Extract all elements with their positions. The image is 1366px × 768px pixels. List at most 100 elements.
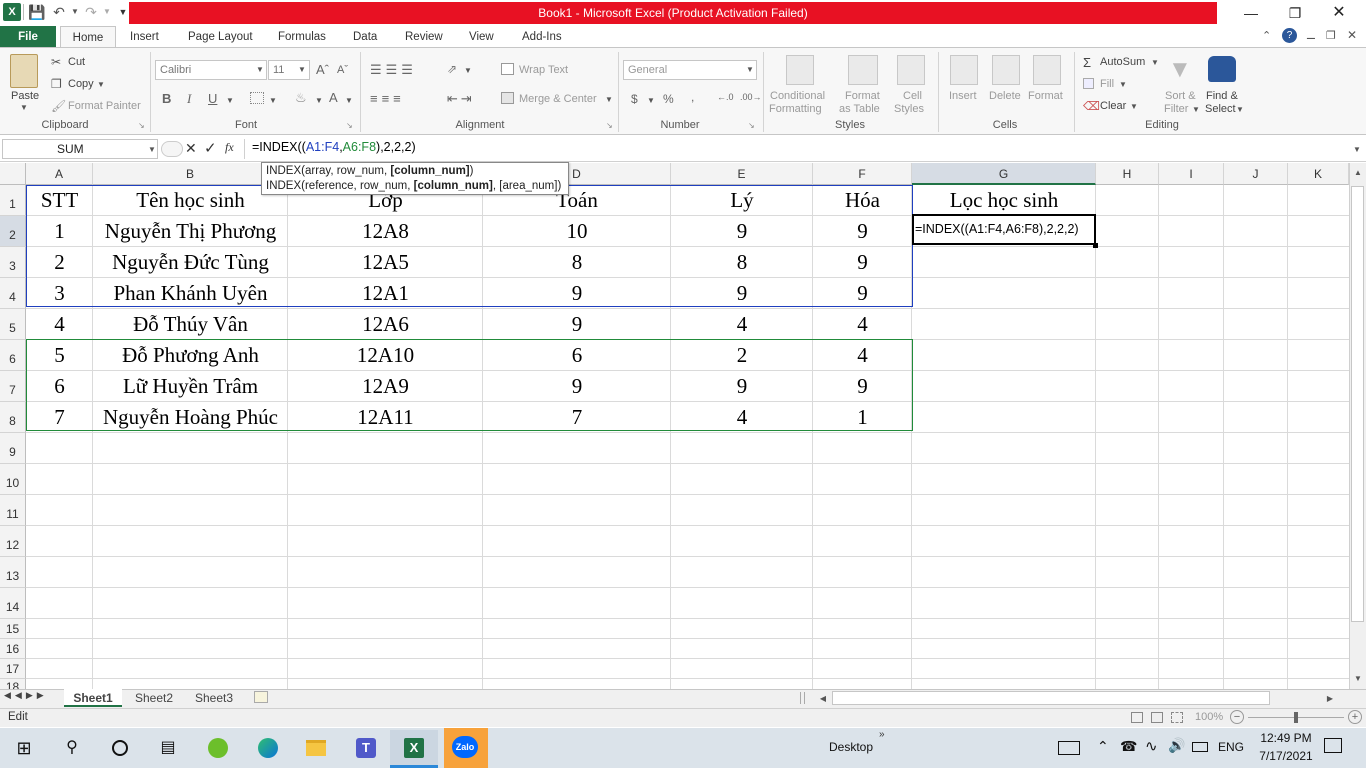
indent-icons[interactable]: ⇤⇥ xyxy=(447,91,475,107)
language-indicator[interactable]: ENG xyxy=(1218,740,1244,754)
task-view-icon[interactable] xyxy=(108,736,132,760)
excel-taskbar-icon[interactable]: X xyxy=(402,736,426,760)
column-header[interactable]: B xyxy=(93,163,288,185)
collapse-ribbon-icon[interactable]: ⌃ xyxy=(1262,29,1271,42)
wrap-text-button[interactable]: Wrap Text xyxy=(519,64,568,76)
row-header[interactable]: 10 xyxy=(0,464,26,495)
column-header[interactable]: F xyxy=(813,163,912,185)
borders-dropdown-icon[interactable]: ▼ xyxy=(267,96,279,105)
sheet-tab-sheet2[interactable]: Sheet2 xyxy=(126,689,182,707)
row-header[interactable]: 8 xyxy=(0,402,26,433)
fill-icon[interactable] xyxy=(1083,78,1094,89)
wb-restore-icon[interactable]: ❐ xyxy=(1326,29,1336,42)
font-color-dropdown-icon[interactable]: ▼ xyxy=(343,96,355,105)
cell[interactable]: 4 xyxy=(813,309,912,340)
number-format-dropdown-icon[interactable]: ▼ xyxy=(744,65,756,74)
copy-icon[interactable]: ❐ xyxy=(51,77,62,91)
normal-view-icon[interactable] xyxy=(1131,712,1143,723)
currency-dropdown-icon[interactable]: ▼ xyxy=(645,96,657,105)
select-all-button[interactable] xyxy=(0,163,26,185)
column-header[interactable]: I xyxy=(1159,163,1224,185)
tab-insert[interactable]: Insert xyxy=(120,26,169,48)
sort-filter-label-2[interactable]: Filter xyxy=(1164,103,1188,115)
cell-styles-label-1[interactable]: Cell xyxy=(903,90,922,102)
conditional-formatting-icon[interactable] xyxy=(786,55,814,85)
expand-formula-bar-icon[interactable]: ▼ xyxy=(1351,145,1363,154)
cut-button[interactable]: Cut xyxy=(68,56,85,68)
insert-cells-icon[interactable] xyxy=(950,55,978,85)
name-box[interactable]: SUM xyxy=(2,139,158,159)
column-header[interactable]: A xyxy=(26,163,93,185)
currency-icon[interactable]: $ xyxy=(631,92,638,106)
bold-icon[interactable]: B xyxy=(162,91,171,106)
copy-dropdown-icon[interactable]: ▼ xyxy=(95,80,107,89)
battery-icon[interactable] xyxy=(1192,742,1208,752)
row-header[interactable]: 13 xyxy=(0,557,26,588)
tab-view[interactable]: View xyxy=(459,26,504,48)
row-header[interactable]: 1 xyxy=(0,185,26,216)
column-header[interactable]: E xyxy=(671,163,813,185)
format-cells-button[interactable]: Format xyxy=(1028,90,1063,102)
grow-font-icon[interactable]: Aˆ xyxy=(316,62,329,77)
sort-filter-icon[interactable]: ▼ xyxy=(1168,56,1192,84)
insert-function-icon[interactable]: fx xyxy=(225,140,234,155)
sort-filter-label-1[interactable]: Sort & xyxy=(1165,90,1196,102)
close-icon[interactable]: ✕ xyxy=(1316,0,1362,26)
tab-review[interactable]: Review xyxy=(395,26,453,48)
format-as-table-icon[interactable] xyxy=(848,55,878,85)
teams-icon[interactable]: T xyxy=(354,736,378,760)
tab-page-layout[interactable]: Page Layout xyxy=(178,26,263,48)
underline-dropdown-icon[interactable]: ▼ xyxy=(224,96,236,105)
autosum-icon[interactable]: Σ xyxy=(1083,55,1091,70)
clear-dropdown-icon[interactable]: ▼ xyxy=(1128,102,1140,111)
autosum-dropdown-icon[interactable]: ▼ xyxy=(1149,58,1161,67)
wb-minimize-icon[interactable]: ⚊ xyxy=(1306,29,1316,42)
cancel-icon[interactable]: ✕ xyxy=(185,140,197,157)
zoom-in-icon[interactable]: + xyxy=(1348,710,1362,724)
borders-icon[interactable] xyxy=(250,92,264,104)
format-cells-icon[interactable] xyxy=(1033,55,1061,85)
active-cell-editor[interactable]: =INDEX((A1:F4,A6:F8),2,2,2) xyxy=(912,214,1096,245)
column-header[interactable]: J xyxy=(1224,163,1288,185)
row-header[interactable]: 17 xyxy=(0,659,26,679)
font-name-select[interactable]: Calibri xyxy=(155,60,267,80)
row-header[interactable]: 2 xyxy=(0,216,26,247)
tooltip-line-2[interactable]: INDEX(reference, row_num, [column_num], … xyxy=(266,179,564,194)
sheet-tab-sheet1[interactable]: Sheet1 xyxy=(64,689,122,707)
search-icon[interactable]: ⚲ xyxy=(60,736,84,760)
find-select-label-2[interactable]: Select xyxy=(1205,103,1236,115)
new-sheet-icon[interactable] xyxy=(254,691,268,703)
format-painter-button[interactable]: Format Painter xyxy=(68,100,141,112)
app-icon-green[interactable] xyxy=(206,736,230,760)
desktop-toolbar[interactable]: Desktop xyxy=(829,740,873,754)
orientation-icon[interactable]: ⇗ xyxy=(447,62,457,76)
alignment-launcher-icon[interactable]: ↘ xyxy=(606,121,613,130)
scroll-up-icon[interactable]: ▲ xyxy=(1352,168,1364,177)
clear-button[interactable]: Clear xyxy=(1100,100,1126,112)
conditional-formatting-label-2[interactable]: Formatting xyxy=(769,103,822,115)
cell[interactable]: Lọc học sinh xyxy=(912,185,1096,216)
format-as-table-label-1[interactable]: Format xyxy=(845,90,880,102)
decrease-decimal-icon[interactable]: .00→ xyxy=(740,92,762,102)
zalo-icon[interactable]: Zalo xyxy=(452,736,478,758)
comma-icon[interactable]: , xyxy=(691,90,694,104)
column-header[interactable]: G xyxy=(912,163,1096,185)
cut-icon[interactable]: ✂ xyxy=(51,55,61,69)
find-select-dropdown-icon[interactable]: ▼ xyxy=(1234,105,1246,114)
tooltip-line-1[interactable]: INDEX(array, row_num, [column_num]) xyxy=(266,164,564,179)
fill-button[interactable]: Fill xyxy=(1100,78,1114,90)
save-icon[interactable]: 💾 xyxy=(28,3,46,21)
excel-app-icon[interactable]: X xyxy=(3,3,21,21)
cell[interactable]: 4 xyxy=(26,309,93,340)
show-hidden-icons[interactable]: ⌃ xyxy=(1097,738,1109,755)
merge-dropdown-icon[interactable]: ▼ xyxy=(603,95,615,104)
paste-button[interactable]: Paste xyxy=(11,90,39,102)
font-color-icon[interactable]: A xyxy=(329,90,338,105)
conditional-formatting-label-1[interactable]: Conditional xyxy=(770,90,825,102)
paste-icon[interactable] xyxy=(10,54,38,88)
wrap-text-icon[interactable] xyxy=(501,63,514,75)
row-header[interactable]: 15 xyxy=(0,619,26,639)
fill-handle[interactable] xyxy=(1093,243,1098,248)
tab-formulas[interactable]: Formulas xyxy=(268,26,336,48)
font-name-dropdown-icon[interactable]: ▼ xyxy=(254,65,266,74)
